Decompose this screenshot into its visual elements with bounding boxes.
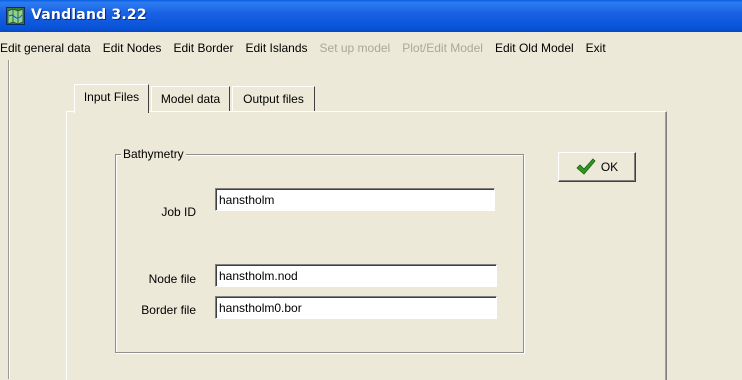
menu-edit-old-model[interactable]: Edit Old Model bbox=[489, 36, 580, 60]
ok-button-label: OK bbox=[600, 160, 619, 174]
border-file-input[interactable] bbox=[215, 296, 497, 319]
tab-model-data[interactable]: Model data bbox=[151, 86, 230, 111]
menu-edit-islands[interactable]: Edit Islands bbox=[239, 36, 313, 60]
tab-output-files[interactable]: Output files bbox=[232, 86, 315, 111]
menu-plot-edit-model[interactable]: Plot/Edit Model bbox=[396, 36, 489, 60]
map-icon bbox=[6, 7, 25, 25]
client-edge-highlight bbox=[9, 60, 10, 379]
title-bar[interactable]: Vandland 3.22 bbox=[0, 0, 742, 32]
menu-edit-nodes[interactable]: Edit Nodes bbox=[97, 36, 168, 60]
bathymetry-group bbox=[115, 154, 524, 353]
tab-input-files[interactable]: Input Files bbox=[74, 84, 149, 113]
menu-edit-border[interactable]: Edit Border bbox=[167, 36, 239, 60]
checkmark-icon bbox=[576, 158, 596, 175]
window-title: Vandland 3.22 bbox=[31, 7, 147, 23]
menu-edit-general-data[interactable]: Edit general data bbox=[0, 36, 97, 60]
job-id-input[interactable] bbox=[215, 188, 495, 211]
node-file-label: Node file bbox=[148, 272, 196, 286]
bathymetry-group-label: Bathymetry bbox=[121, 147, 186, 161]
menu-set-up-model[interactable]: Set up model bbox=[314, 36, 397, 60]
menu-bar: Edit general data Edit Nodes Edit Border… bbox=[0, 36, 742, 60]
job-id-label: Job ID bbox=[161, 205, 196, 219]
ok-button[interactable]: OK bbox=[558, 152, 636, 182]
menu-exit[interactable]: Exit bbox=[580, 36, 612, 60]
app-window: Vandland 3.22 Edit general data Edit Nod… bbox=[0, 0, 742, 380]
border-file-label: Border file bbox=[141, 303, 196, 317]
node-file-input[interactable] bbox=[215, 264, 497, 287]
